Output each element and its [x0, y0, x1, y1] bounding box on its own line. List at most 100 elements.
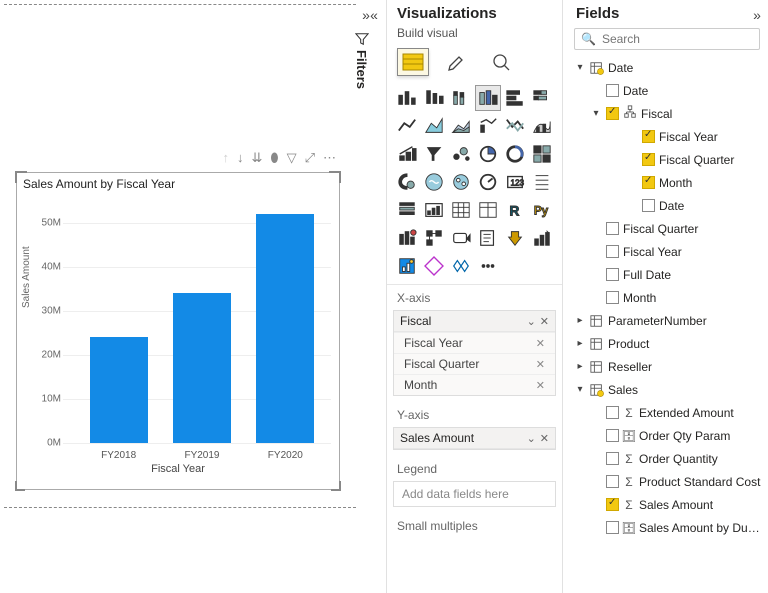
table-product[interactable]: Product: [570, 332, 764, 355]
vis-type-1[interactable]: [422, 86, 446, 110]
field-checkbox[interactable]: [606, 406, 619, 419]
field-checkbox[interactable]: [606, 475, 619, 488]
vis-type-27[interactable]: [476, 198, 500, 222]
drill-up-icon[interactable]: ↑: [223, 150, 230, 166]
vis-type-13[interactable]: [422, 142, 446, 166]
field-sales-1[interactable]: 🗄Order Qty Param: [570, 424, 764, 447]
vis-type-2[interactable]: [449, 86, 473, 110]
table-date[interactable]: Date: [570, 56, 764, 79]
report-canvas[interactable]: ↑ ↓ ⇊ ⬮ ▽ ⤢ ⋯ Sales Amount by Fiscal Yea…: [0, 0, 362, 560]
field-checkbox[interactable]: [642, 176, 655, 189]
filter-icon[interactable]: ▽: [287, 150, 297, 166]
table-parameternumber[interactable]: ParameterNumber: [570, 309, 764, 332]
vis-type-10[interactable]: [503, 114, 527, 138]
vis-type-17[interactable]: [530, 142, 554, 166]
hierarchy-fiscal[interactable]: Fiscal: [570, 102, 764, 125]
field-date-3[interactable]: Month: [570, 286, 764, 309]
remove-field-icon[interactable]: ✕: [536, 337, 545, 350]
vis-type-0[interactable]: [395, 86, 419, 110]
more-options-icon[interactable]: ⋯: [323, 150, 336, 166]
format-visual-tab[interactable]: [441, 48, 473, 76]
vis-type-20[interactable]: [449, 170, 473, 194]
vis-type-34[interactable]: [503, 226, 527, 250]
field-fiscal-3[interactable]: Date: [570, 194, 764, 217]
field-checkbox[interactable]: [642, 130, 655, 143]
field-fiscal-1[interactable]: Fiscal Quarter: [570, 148, 764, 171]
vis-type-29[interactable]: Py: [530, 198, 554, 222]
vis-type-8[interactable]: [449, 114, 473, 138]
vis-type-32[interactable]: [449, 226, 473, 250]
analytics-tab[interactable]: [485, 48, 517, 76]
vis-type-22[interactable]: 123: [503, 170, 527, 194]
vis-type-36[interactable]: [395, 254, 419, 278]
field-checkbox[interactable]: [606, 429, 619, 442]
field-date-date[interactable]: Date: [570, 79, 764, 102]
bar-FY2020[interactable]: [256, 214, 314, 443]
vis-type-15[interactable]: [476, 142, 500, 166]
field-checkbox[interactable]: [606, 521, 619, 534]
remove-field-icon[interactable]: ✕: [540, 432, 549, 445]
vis-type-6[interactable]: [395, 114, 419, 138]
vis-type-24[interactable]: [395, 198, 419, 222]
field-checkbox[interactable]: [606, 245, 619, 258]
bar-FY2019[interactable]: [173, 293, 231, 443]
bar-chart-visual[interactable]: Sales Amount by Fiscal Year Sales Amount…: [16, 172, 340, 490]
xaxis-field-well[interactable]: Fiscal⌄✕ Fiscal Year✕Fiscal Quarter✕Mont…: [393, 310, 556, 396]
field-checkbox[interactable]: [606, 452, 619, 465]
field-sales-3[interactable]: Product Standard Cost: [570, 470, 764, 493]
field-checkbox[interactable]: [606, 268, 619, 281]
yaxis-field-well[interactable]: Sales Amount⌄✕: [393, 427, 556, 450]
table-reseller[interactable]: Reseller: [570, 355, 764, 378]
remove-field-icon[interactable]: ✕: [540, 315, 549, 328]
expand-down-icon[interactable]: ⇊: [252, 150, 263, 166]
field-checkbox[interactable]: [606, 222, 619, 235]
vis-type-14[interactable]: [449, 142, 473, 166]
field-checkbox[interactable]: [606, 291, 619, 304]
collapse-visualizations-icon[interactable]: »: [355, 4, 377, 26]
field-checkbox[interactable]: [606, 107, 619, 120]
vis-type-31[interactable]: [422, 226, 446, 250]
collapse-fields-icon[interactable]: »: [746, 4, 768, 26]
vis-type-26[interactable]: [449, 198, 473, 222]
field-date-1[interactable]: Fiscal Year: [570, 240, 764, 263]
vis-type-38[interactable]: [449, 254, 473, 278]
vis-type-18[interactable]: [395, 170, 419, 194]
vis-type-21[interactable]: [476, 170, 500, 194]
vis-type-35[interactable]: [530, 226, 554, 250]
chevron-down-icon[interactable]: ⌄: [527, 432, 536, 445]
search-input[interactable]: [602, 32, 757, 46]
field-fiscal-0[interactable]: Fiscal Year: [570, 125, 764, 148]
drill-down-icon[interactable]: ↓: [237, 150, 244, 166]
field-sales-2[interactable]: Order Quantity: [570, 447, 764, 470]
fields-search-box[interactable]: 🔍: [574, 28, 760, 50]
remove-field-icon[interactable]: ✕: [536, 358, 545, 371]
filters-pane-collapsed[interactable]: Filters: [352, 28, 371, 93]
legend-field-well[interactable]: Add data fields here: [393, 481, 556, 507]
field-checkbox[interactable]: [642, 153, 655, 166]
vis-type-11[interactable]: [530, 114, 554, 138]
vis-type-25[interactable]: [422, 198, 446, 222]
vis-type-30[interactable]: [395, 226, 419, 250]
build-visual-tab[interactable]: [397, 48, 429, 76]
field-checkbox[interactable]: [642, 199, 655, 212]
vis-type-37[interactable]: [422, 254, 446, 278]
vis-type-39[interactable]: [476, 254, 500, 278]
field-checkbox[interactable]: [606, 84, 619, 97]
vis-type-16[interactable]: [503, 142, 527, 166]
vis-type-28[interactable]: R: [503, 198, 527, 222]
vis-type-9[interactable]: [476, 114, 500, 138]
focus-mode-icon[interactable]: ⤢: [305, 150, 315, 166]
vis-type-5[interactable]: [530, 86, 554, 110]
vis-type-3[interactable]: [476, 86, 500, 110]
field-checkbox[interactable]: [606, 498, 619, 511]
field-date-2[interactable]: Full Date: [570, 263, 764, 286]
field-fiscal-2[interactable]: Month: [570, 171, 764, 194]
field-sales-0[interactable]: Extended Amount: [570, 401, 764, 424]
hierarchy-icon[interactable]: ⬮: [270, 150, 278, 166]
bar-FY2018[interactable]: [90, 337, 148, 443]
vis-type-12[interactable]: [395, 142, 419, 166]
field-date-0[interactable]: Fiscal Quarter: [570, 217, 764, 240]
vis-type-19[interactable]: [422, 170, 446, 194]
vis-type-33[interactable]: [476, 226, 500, 250]
vis-type-7[interactable]: [422, 114, 446, 138]
